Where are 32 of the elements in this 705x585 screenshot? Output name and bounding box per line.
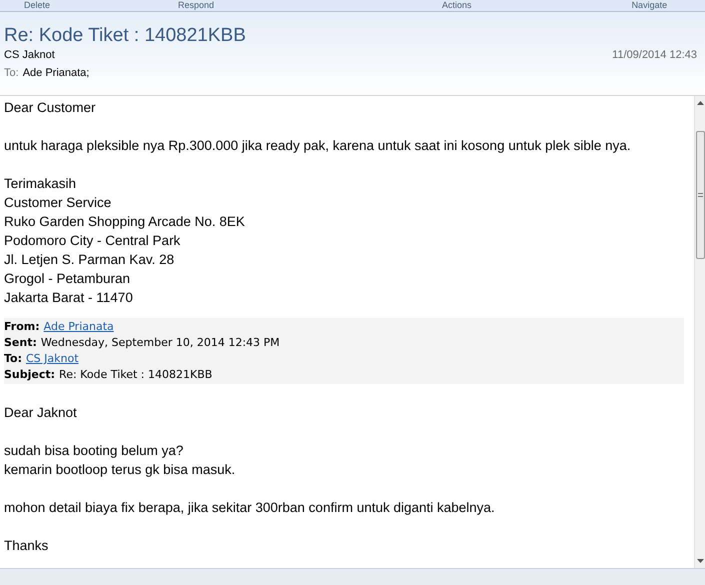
- body-text-line: Terimakasih: [4, 175, 78, 193]
- body-text-line: untuk haraga pleksible nya Rp.300.000 jika ready pak, karena untuk saat ini kosong untuk plek sible nya.: [4, 137, 632, 155]
- body-text-line: Podomoro City - Central Park: [4, 232, 182, 250]
- body-text-line: mohon detail biaya fix berapa, jika sekitar 300rban confirm untuk diganti kabelnya.: [4, 499, 496, 517]
- field-value: Re: Kode Tiket : 140821KBB: [59, 367, 212, 383]
- body-text-line: Ruko Garden Shopping Arcade No. 8EK: [4, 213, 246, 231]
- body-text-line: Dear Customer: [4, 99, 97, 117]
- subject-title: Re: Kode Tiket : 140821KBB: [4, 24, 247, 48]
- recipient-name: Ade Prianata;: [22, 66, 90, 80]
- field-value: Wednesday, September 10, 2014 12:43 PM: [40, 335, 280, 351]
- ribbon-group-label: Actions: [442, 0, 472, 11]
- message-date: 11/09/2014 12:43: [612, 48, 698, 62]
- field-label: To:: [4, 351, 22, 367]
- field-label: From:: [4, 319, 40, 335]
- field-label: Sent:: [4, 335, 37, 351]
- email-link[interactable]: CS Jaknot: [26, 351, 79, 367]
- ribbon-group-label: Navigate: [632, 0, 668, 11]
- body-text-line: Thanks: [4, 537, 50, 555]
- email-link[interactable]: Ade Prianata: [44, 319, 114, 335]
- ribbon-group-label: Respond: [178, 0, 214, 11]
- sender-name: CS Jaknot: [4, 48, 55, 62]
- body-text-line: Dear Jaknot: [4, 404, 78, 422]
- body-text-line: Grogol - Petamburan: [4, 270, 132, 288]
- field-label: Subject:: [4, 367, 56, 383]
- scrollbar-drawing[interactable]: [694, 96, 705, 568]
- to-label: To:: [4, 66, 19, 80]
- body-text-line: Customer Service: [4, 194, 112, 212]
- body-text-line: sudah bisa booting belum ya?: [4, 442, 184, 460]
- body-text-line: Jl. Letjen S. Parman Kav. 28: [4, 251, 176, 269]
- ribbon-group-label: Delete: [24, 0, 50, 11]
- body-text-line: kemarin bootloop terus gk bisa masuk.: [4, 461, 236, 479]
- body-text-line: Jakarta Barat - 11470: [4, 289, 134, 307]
